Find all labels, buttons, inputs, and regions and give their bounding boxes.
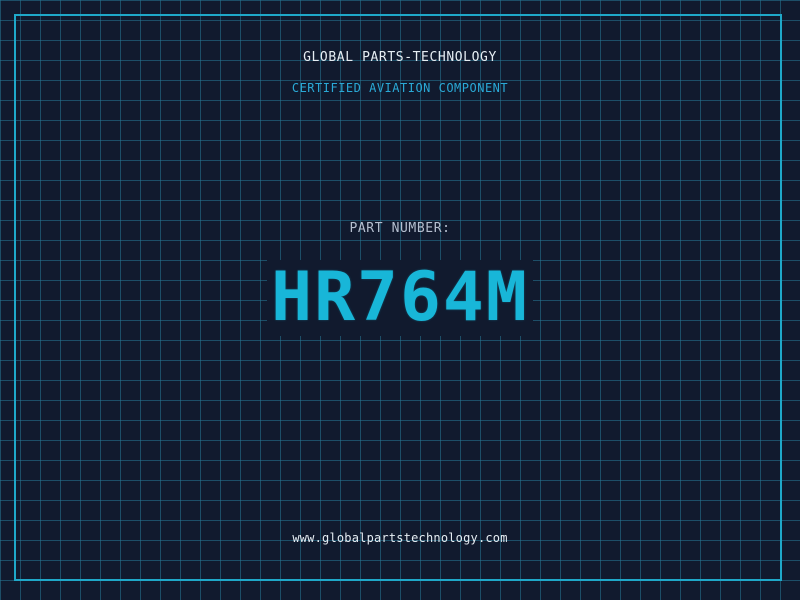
website-url: www.globalpartstechnology.com [292, 531, 508, 545]
part-number-label: PART NUMBER: [349, 221, 451, 236]
part-number-value: HR764M [267, 260, 533, 336]
company-name: GLOBAL PARTS-TECHNOLOGY [303, 50, 497, 65]
part-number-container: HR764M [0, 260, 800, 340]
certification-subtitle: CERTIFIED AVIATION COMPONENT [291, 81, 509, 95]
